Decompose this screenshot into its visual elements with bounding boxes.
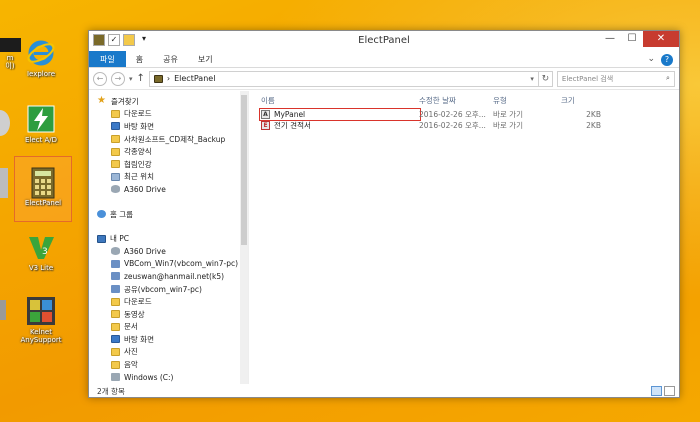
address-bar[interactable]: › ElectPanel ▾: [148, 70, 539, 87]
explorer-window[interactable]: ✓ ▾ ElectPanel — ☐ ✕ 파일 홈 공유 보기 ⌄ ? ← → …: [88, 30, 680, 398]
desktop-icon-electpanel[interactable]: ElectPanel: [14, 156, 72, 222]
column-header-date[interactable]: 수정한 날짜: [419, 95, 493, 106]
table-row[interactable]: E 전기 견적서 2016-02-26 오후... 바로 가기 2KB: [261, 120, 679, 131]
item-count: 2개 항목: [97, 387, 125, 396]
music-folder-icon: [111, 360, 120, 369]
svg-text:3: 3: [42, 247, 48, 257]
navigation-pane[interactable]: ★ 즐겨찾기 다운로드 바탕 화면 사차원소프트_CD제작_Backup 각종양식…: [89, 91, 249, 384]
breadcrumb-separator: ›: [166, 74, 171, 83]
computer-icon: [97, 234, 106, 243]
folder-icon: [111, 160, 120, 169]
cloud-drive-icon: [111, 185, 120, 194]
close-button[interactable]: ✕: [643, 31, 679, 47]
column-headers: 이름 수정한 날짜 유형 크기: [261, 91, 679, 109]
nav-item-vbcom[interactable]: VBCom_Win7(vbcom_win7-pc): [89, 258, 248, 271]
star-icon: ★: [97, 95, 106, 107]
lightning-icon: [26, 104, 56, 134]
nav-item-zeuswan[interactable]: zeuswan@hanmail.net(k5): [89, 270, 248, 283]
up-button[interactable]: ↑: [137, 73, 145, 84]
homegroup-icon: [97, 210, 106, 219]
network-drive-icon: [111, 285, 120, 294]
tab-view[interactable]: 보기: [188, 51, 223, 67]
file-list[interactable]: 이름 수정한 날짜 유형 크기 A MyPanel 2016-02-26 오후..…: [249, 91, 679, 384]
expand-ribbon-chevron-icon[interactable]: ⌄: [647, 54, 655, 66]
window-title: ElectPanel: [358, 35, 410, 46]
network-drive-icon: [111, 259, 120, 268]
ribbon-tabs: 파일 홈 공유 보기 ⌄ ?: [89, 51, 679, 68]
table-row[interactable]: A MyPanel 2016-02-26 오후... 바로 가기 2KB: [259, 108, 679, 121]
nav-item-c-drive[interactable]: Windows (C:): [89, 371, 248, 384]
download-folder-icon: [111, 109, 120, 118]
nav-item-lectures[interactable]: 협림인강: [89, 158, 248, 171]
shortcut-estimate-icon: E: [261, 121, 270, 130]
back-button[interactable]: ←: [93, 71, 107, 86]
address-dropdown-chevron-icon[interactable]: ▾: [530, 75, 534, 83]
nav-scrollbar[interactable]: [240, 91, 248, 384]
desktop-icon-iexplore[interactable]: Iexplore: [15, 38, 67, 78]
breadcrumb-electpanel[interactable]: ElectPanel: [174, 74, 215, 83]
nav-item-music[interactable]: 음악: [89, 358, 248, 371]
download-folder-icon: [111, 297, 120, 306]
v3-shield-icon: 3: [26, 232, 56, 262]
large-icons-view-button[interactable]: [664, 386, 675, 396]
calculator-icon: [28, 167, 58, 199]
column-header-size[interactable]: 크기: [561, 95, 611, 106]
scrollbar-thumb[interactable]: [241, 95, 247, 245]
nav-item-desktop[interactable]: 바탕 화면: [89, 120, 248, 133]
nav-item-pictures[interactable]: 사진: [89, 346, 248, 359]
recent-locations-chevron-icon[interactable]: ▾: [129, 75, 133, 83]
desktop-icon-elect-ad[interactable]: Elect A/D: [15, 104, 67, 144]
forward-button[interactable]: →: [111, 71, 125, 86]
refresh-button[interactable]: ↻: [538, 70, 553, 87]
navigation-bar: ← → ▾ ↑ › ElectPanel ▾ ↻ ElectPanel 검색 ⌕: [89, 68, 679, 90]
folder-icon: [111, 147, 120, 156]
tab-file[interactable]: 파일: [89, 51, 126, 67]
nav-item-recent[interactable]: 최근 위치: [89, 171, 248, 184]
nav-item-a360-fav[interactable]: A360 Drive: [89, 183, 248, 196]
hard-drive-icon: [111, 373, 120, 382]
internet-explorer-icon: [26, 38, 56, 68]
search-icon: ⌕: [665, 74, 670, 82]
column-header-type[interactable]: 유형: [493, 95, 561, 106]
details-view-button[interactable]: [651, 386, 662, 396]
network-drive-icon: [111, 272, 120, 281]
desktop-icon-kelnet[interactable]: Kelnet AnySupport: [15, 296, 67, 344]
nav-item-a360[interactable]: A360 Drive: [89, 245, 248, 258]
folder-icon: [153, 74, 163, 83]
shortcut-app-icon: A: [261, 110, 270, 119]
nav-item-share[interactable]: 공유(vbcom_win7-pc): [89, 283, 248, 296]
search-input[interactable]: ElectPanel 검색 ⌕: [556, 70, 675, 87]
desktop-folder-icon: [111, 335, 120, 344]
nav-item-cd-backup[interactable]: 사차원소프트_CD제작_Backup: [89, 133, 248, 146]
nav-item-pc-desktop[interactable]: 바탕 화면: [89, 333, 248, 346]
status-bar: 2개 항목: [89, 384, 679, 397]
tab-home[interactable]: 홈: [126, 51, 153, 67]
column-header-name[interactable]: 이름: [261, 95, 419, 106]
nav-this-pc[interactable]: 내 PC: [89, 232, 248, 245]
tab-share[interactable]: 공유: [153, 51, 188, 67]
recent-places-icon: [111, 172, 120, 181]
folder-icon: [111, 135, 120, 144]
nav-item-downloads[interactable]: 다운로드: [89, 108, 248, 121]
documents-folder-icon: [111, 322, 120, 331]
desktop-icon-partial[interactable]: [0, 168, 8, 198]
desktop-icon-partial[interactable]: [0, 300, 6, 320]
help-icon[interactable]: ?: [661, 54, 673, 66]
nav-item-documents[interactable]: 문서: [89, 321, 248, 334]
nav-item-videos[interactable]: 동영상: [89, 308, 248, 321]
video-folder-icon: [111, 310, 120, 319]
maximize-button[interactable]: ☐: [621, 31, 643, 47]
pictures-folder-icon: [111, 347, 120, 356]
cloud-drive-icon: [111, 247, 120, 256]
desktop-folder-icon: [111, 122, 120, 131]
minimize-button[interactable]: —: [599, 31, 621, 47]
title-bar[interactable]: ✓ ▾ ElectPanel — ☐ ✕: [89, 31, 679, 51]
nav-homegroup[interactable]: 홈 그룹: [89, 208, 248, 221]
nav-item-forms[interactable]: 각종양식: [89, 145, 248, 158]
nav-favorites[interactable]: ★ 즐겨찾기: [89, 95, 248, 108]
nav-item-pc-downloads[interactable]: 다운로드: [89, 295, 248, 308]
anysupport-icon: [26, 296, 56, 326]
desktop-icon-v3-lite[interactable]: 3 V3 Lite: [15, 232, 67, 272]
